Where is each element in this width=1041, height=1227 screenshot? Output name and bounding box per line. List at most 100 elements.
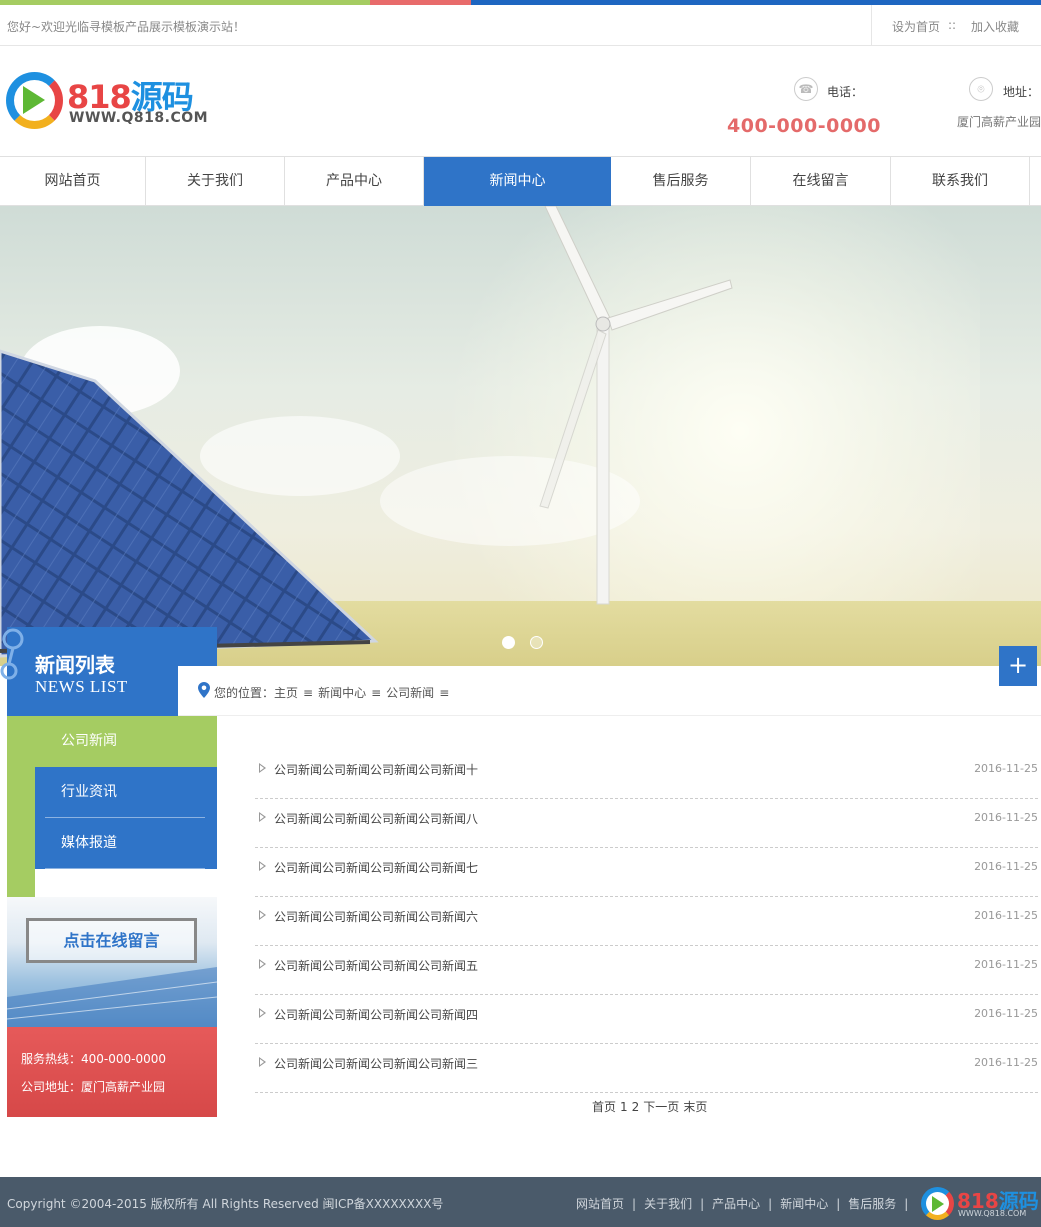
logo-url: WWW.Q818.COM bbox=[69, 110, 209, 126]
nav-item-home[interactable]: 网站首页 bbox=[0, 157, 146, 206]
news-title[interactable]: 公司新闻公司新闻公司新闻公司新闻三 bbox=[274, 1055, 478, 1072]
turbine-blade bbox=[539, 329, 607, 509]
news-title[interactable]: 公司新闻公司新闻公司新闻公司新闻七 bbox=[274, 859, 478, 876]
expand-plus-button[interactable]: + bbox=[999, 646, 1037, 686]
slider-dot[interactable] bbox=[530, 636, 543, 649]
turbine-blade bbox=[544, 206, 611, 325]
sidebar-item-industry-news[interactable]: 行业资讯 bbox=[35, 767, 217, 818]
sidebar-title: 新闻列表 bbox=[35, 653, 115, 677]
sidebar-item-media-reports[interactable]: 媒体报道 bbox=[35, 818, 217, 869]
breadcrumb-sep: ≡ bbox=[303, 686, 314, 700]
bullet-arrow-icon bbox=[259, 812, 266, 822]
news-date: 2016-11-25 bbox=[974, 1007, 1038, 1020]
pagination: 首页 1 2 下一页 末页 bbox=[592, 1098, 711, 1115]
phone-number: 400-000-0000 bbox=[727, 115, 881, 137]
slider-dot-active[interactable] bbox=[502, 636, 515, 649]
sidebar-contact: 服务热线：400-000-0000 公司地址：厦门高薪产业园 bbox=[7, 1027, 217, 1117]
banner-illustration bbox=[0, 206, 733, 658]
footer: Copyright ©2004-2015 版权所有 All Rights Res… bbox=[0, 1177, 1041, 1227]
turbine-hub bbox=[595, 316, 611, 332]
news-date: 2016-11-25 bbox=[974, 860, 1038, 873]
bullet-arrow-icon bbox=[259, 910, 266, 920]
logo-play-icon bbox=[23, 86, 45, 114]
footer-sep: | bbox=[700, 1197, 705, 1211]
news-title[interactable]: 公司新闻公司新闻公司新闻公司新闻十 bbox=[274, 761, 478, 778]
turbine-blade bbox=[607, 279, 733, 331]
news-row[interactable]: 公司新闻公司新闻公司新闻公司新闻八 2016-11-25 bbox=[255, 799, 1038, 848]
online-message-button[interactable]: 点击在线留言 bbox=[26, 918, 197, 963]
location-pin-icon bbox=[198, 682, 210, 698]
pager-first[interactable]: 首页 bbox=[592, 1100, 616, 1114]
sidebar-hotline: 服务热线：400-000-0000 bbox=[21, 1052, 167, 1066]
phone-icon: ☎ bbox=[794, 77, 818, 101]
nav-item-about[interactable]: 关于我们 bbox=[146, 157, 285, 206]
breadcrumb-section[interactable]: 新闻中心 bbox=[318, 686, 366, 700]
bullet-arrow-icon bbox=[259, 1057, 266, 1067]
sidebar-subtitle: NEWS LIST bbox=[35, 677, 128, 696]
bullet-arrow-icon bbox=[259, 959, 266, 969]
news-title[interactable]: 公司新闻公司新闻公司新闻公司新闻四 bbox=[274, 1006, 478, 1023]
site-logo[interactable]: 818源码 WWW.Q818.COM bbox=[6, 72, 209, 132]
bullet-arrow-icon bbox=[259, 1008, 266, 1018]
news-title[interactable]: 公司新闻公司新闻公司新闻公司新闻六 bbox=[274, 908, 478, 925]
breadcrumb-current[interactable]: 公司新闻 bbox=[386, 686, 434, 700]
footer-sep: | bbox=[904, 1197, 909, 1211]
welcome-links: 设为首页 :: 加入收藏 bbox=[871, 5, 1041, 45]
footer-link-service[interactable]: 售后服务 bbox=[848, 1197, 896, 1211]
sidebar-menu: 公司新闻 行业资讯 媒体报道 bbox=[35, 716, 217, 869]
footer-links: 网站首页 | 关于我们 | 产品中心 | 新闻中心 | 售后服务 | bbox=[576, 1195, 916, 1212]
location-icon: ⌾ bbox=[969, 77, 993, 101]
promo-solar-panel bbox=[7, 967, 217, 1027]
bullet-arrow-icon bbox=[259, 861, 266, 871]
news-row[interactable]: 公司新闻公司新闻公司新闻公司新闻四 2016-11-25 bbox=[255, 995, 1038, 1044]
main-nav: 网站首页 关于我们 产品中心 新闻中心 售后服务 在线留言 联系我们 bbox=[0, 156, 1041, 206]
nav-item-service[interactable]: 售后服务 bbox=[611, 157, 751, 206]
solar-panel bbox=[0, 349, 379, 658]
sidebar-item-company-news[interactable]: 公司新闻 bbox=[35, 716, 217, 767]
pager-page-1[interactable]: 1 bbox=[620, 1100, 628, 1114]
breadcrumb-text: 您的位置：主页 ≡ 新闻中心 ≡ 公司新闻 ≡ bbox=[214, 684, 454, 701]
nav-item-news[interactable]: 新闻中心 bbox=[424, 157, 611, 206]
news-date: 2016-11-25 bbox=[974, 1056, 1038, 1069]
message-promo: 点击在线留言 bbox=[7, 897, 217, 1027]
nav-item-message[interactable]: 在线留言 bbox=[751, 157, 891, 206]
set-home-link[interactable]: 设为首页 bbox=[892, 18, 940, 35]
footer-link-home[interactable]: 网站首页 bbox=[576, 1197, 624, 1211]
news-title[interactable]: 公司新闻公司新闻公司新闻公司新闻五 bbox=[274, 957, 478, 974]
molecule-icon bbox=[0, 628, 24, 680]
bullet-arrow-icon bbox=[259, 763, 266, 773]
footer-link-about[interactable]: 关于我们 bbox=[644, 1197, 692, 1211]
footer-copyright: Copyright ©2004-2015 版权所有 All Rights Res… bbox=[7, 1197, 444, 1211]
news-row[interactable]: 公司新闻公司新闻公司新闻公司新闻三 2016-11-25 bbox=[255, 1044, 1038, 1093]
news-list: 公司新闻公司新闻公司新闻公司新闻十 2016-11-25 公司新闻公司新闻公司新闻… bbox=[255, 750, 1038, 1093]
link-separator: :: bbox=[948, 18, 957, 32]
pager-last[interactable]: 末页 bbox=[683, 1100, 707, 1114]
pager-page-2[interactable]: 2 bbox=[632, 1100, 640, 1114]
news-row[interactable]: 公司新闻公司新闻公司新闻公司新闻五 2016-11-25 bbox=[255, 946, 1038, 995]
footer-logo-play-icon bbox=[932, 1196, 944, 1212]
footer-link-products[interactable]: 产品中心 bbox=[712, 1197, 760, 1211]
news-row[interactable]: 公司新闻公司新闻公司新闻公司新闻六 2016-11-25 bbox=[255, 897, 1038, 946]
news-row[interactable]: 公司新闻公司新闻公司新闻公司新闻十 2016-11-25 bbox=[255, 750, 1038, 799]
nav-item-products[interactable]: 产品中心 bbox=[285, 157, 424, 206]
turbine-tower bbox=[596, 325, 610, 605]
footer-logo[interactable]: 818源码 WWW.Q818.COM bbox=[921, 1185, 1039, 1225]
welcome-bar: 您好~欢迎光临寻模板产品展示模板演示站！ 设为首页 :: 加入收藏 bbox=[0, 5, 1041, 46]
phone-label: 电话： bbox=[827, 85, 864, 99]
nav-item-contact[interactable]: 联系我们 bbox=[891, 157, 1030, 206]
breadcrumb-label: 您的位置： bbox=[214, 686, 275, 700]
bookmark-link[interactable]: 加入收藏 bbox=[971, 18, 1019, 35]
footer-sep: | bbox=[836, 1197, 841, 1211]
footer-sep: | bbox=[768, 1197, 773, 1211]
sidebar-address: 公司地址：厦门高薪产业园 bbox=[21, 1080, 166, 1094]
pager-next[interactable]: 下一页 bbox=[643, 1100, 679, 1114]
news-row[interactable]: 公司新闻公司新闻公司新闻公司新闻七 2016-11-25 bbox=[255, 848, 1038, 897]
sidebar-accent-strip bbox=[7, 716, 35, 897]
news-date: 2016-11-25 bbox=[974, 909, 1038, 922]
address-value: 厦门高薪产业园 bbox=[957, 115, 1041, 129]
breadcrumb-home[interactable]: 主页 bbox=[274, 686, 298, 700]
news-title[interactable]: 公司新闻公司新闻公司新闻公司新闻八 bbox=[274, 810, 478, 827]
news-date: 2016-11-25 bbox=[974, 811, 1038, 824]
breadcrumb: 您的位置：主页 ≡ 新闻中心 ≡ 公司新闻 ≡ bbox=[178, 666, 1041, 716]
footer-link-news[interactable]: 新闻中心 bbox=[780, 1197, 828, 1211]
